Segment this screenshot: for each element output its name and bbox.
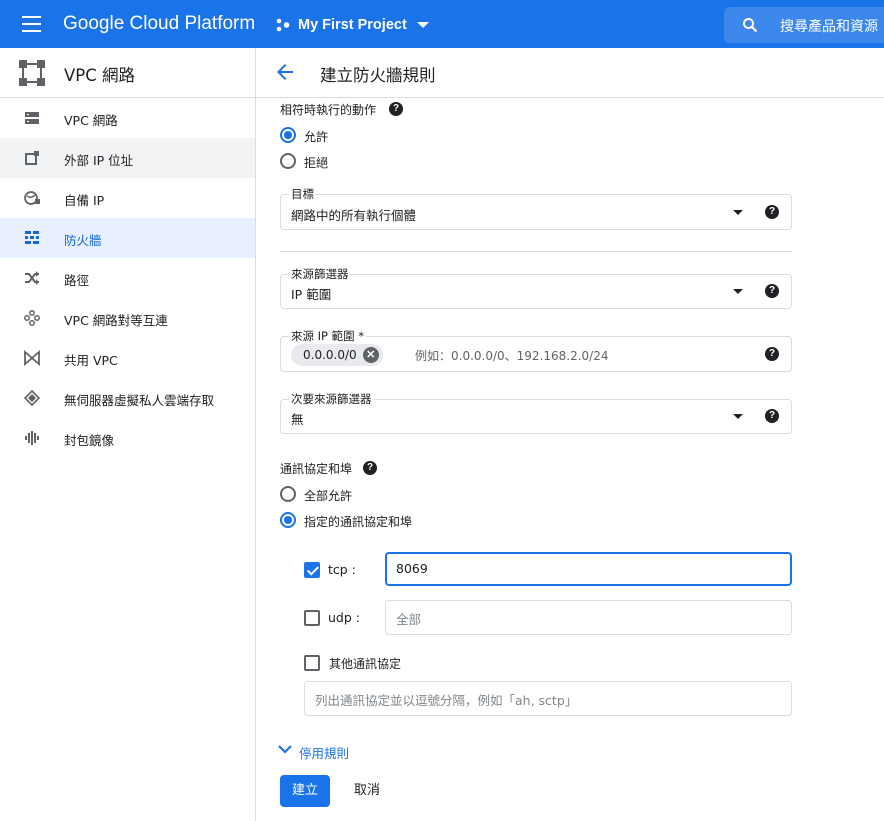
back-arrow-icon[interactable] xyxy=(273,60,297,84)
page-title: 建立防火牆規則 xyxy=(320,66,436,85)
ip-range-chip[interactable]: 0.0.0.0/0 ✕ xyxy=(291,344,383,366)
dropdown-caret-icon xyxy=(733,414,743,419)
other-protocols-input[interactable]: 列出通訊協定並以逗號分隔，例如「ah, sctp」 xyxy=(304,681,792,716)
sidebar-item-packet-mirroring[interactable]: 封包鏡像 xyxy=(0,418,255,458)
search-bar[interactable]: 搜尋產品和資源 xyxy=(724,7,884,43)
sidebar-item-label: 共用 VPC xyxy=(64,353,118,368)
udp-label: udp : xyxy=(328,610,360,625)
other-protocols-checkbox[interactable] xyxy=(304,655,320,671)
help-icon[interactable]: ? xyxy=(765,284,779,298)
firewall-icon xyxy=(25,231,39,244)
help-icon[interactable]: ? xyxy=(765,347,779,361)
action-on-match-label: 相符時執行的動作 xyxy=(280,103,377,117)
source-ip-hint: 例如：0.0.0.0/0、192.168.2.0/24 xyxy=(415,349,609,363)
sidebar-item-byoip[interactable]: 自備 IP xyxy=(0,178,255,218)
project-name: My First Project xyxy=(298,17,407,33)
vpc-product-icon xyxy=(19,60,45,86)
sidebar-item-external-ip[interactable]: 外部 IP 位址 xyxy=(0,138,255,178)
other-protocols-label: 其他通訊協定 xyxy=(329,657,402,671)
source-filter-select[interactable]: 來源篩選器 IP 範圍 ? xyxy=(280,266,792,309)
radio-specified-protocols[interactable] xyxy=(280,512,296,528)
sidebar-header: VPC 網路 xyxy=(0,48,255,98)
targets-select[interactable]: 目標 網路中的所有執行個體 ? xyxy=(280,186,792,230)
search-input[interactable]: 搜尋產品和資源 xyxy=(780,16,878,36)
hamburger-menu-icon[interactable] xyxy=(14,12,50,36)
sidebar-item-label: 外部 IP 位址 xyxy=(64,153,134,168)
protocols-ports-label: 通訊協定和埠 xyxy=(280,462,353,476)
sidebar-item-label: VPC 網路 xyxy=(64,113,118,128)
second-source-filter-select[interactable]: 次要來源篩選器 無 ? xyxy=(280,391,792,434)
chip-remove-icon[interactable]: ✕ xyxy=(362,347,379,363)
sidebar-item-serverless-vpc[interactable]: 無伺服器虛擬私人雲端存取 xyxy=(0,378,255,418)
targets-value: 網路中的所有執行個體 xyxy=(291,208,417,223)
sidebar-item-peering[interactable]: VPC 網路對等互連 xyxy=(0,298,255,338)
tcp-checkbox[interactable] xyxy=(304,562,320,578)
page-header: 建立防火牆規則 xyxy=(256,48,884,98)
sidebar-item-label: 路徑 xyxy=(64,273,90,288)
sidebar-item-routes[interactable]: 路徑 xyxy=(0,258,255,298)
udp-ports-input[interactable]: 全部 xyxy=(385,600,792,635)
shared-vpc-icon xyxy=(24,350,40,366)
radio-deny-label: 拒絕 xyxy=(304,156,329,170)
second-source-filter-label: 次要來源篩選器 xyxy=(289,391,374,407)
routes-icon xyxy=(25,271,39,285)
help-icon[interactable]: ? xyxy=(389,102,403,116)
radio-specified-protocols-label: 指定的通訊協定和埠 xyxy=(304,515,413,529)
top-app-bar: Google Cloud Platform My First Project 搜… xyxy=(0,0,884,48)
project-dots-icon xyxy=(276,18,290,32)
search-icon xyxy=(743,18,758,33)
radio-allow-all[interactable] xyxy=(280,486,296,502)
sidebar-item-shared-vpc[interactable]: 共用 VPC xyxy=(0,338,255,378)
sidebar-item-vpc-networks[interactable]: VPC 網路 xyxy=(0,98,255,138)
peering-icon xyxy=(24,310,40,326)
chevron-down-icon xyxy=(416,22,429,28)
sidebar-title: VPC 網路 xyxy=(64,66,136,85)
sidebar-item-label: 封包鏡像 xyxy=(64,433,115,448)
other-protocols-placeholder: 列出通訊協定並以逗號分隔，例如「ah, sctp」 xyxy=(315,693,578,708)
udp-checkbox[interactable] xyxy=(304,610,320,626)
project-selector[interactable]: My First Project xyxy=(276,12,429,38)
sidebar-item-label: 無伺服器虛擬私人雲端存取 xyxy=(64,393,215,408)
ip-range-chip-text: 0.0.0.0/0 xyxy=(303,348,357,362)
vpc-network-icon xyxy=(25,112,39,124)
source-ip-ranges-label: 來源 IP 範圍 * xyxy=(289,328,367,344)
sidebar-item-label: VPC 網路對等互連 xyxy=(64,313,168,328)
source-ip-ranges-field[interactable]: 來源 IP 範圍 * 0.0.0.0/0 ✕ 例如：0.0.0.0/0、192.… xyxy=(280,328,792,372)
tcp-ports-input[interactable]: 8069 xyxy=(385,552,792,586)
section-divider xyxy=(280,251,792,252)
targets-label: 目標 xyxy=(289,186,316,202)
source-filter-value: IP 範圍 xyxy=(291,287,332,302)
radio-deny[interactable] xyxy=(280,153,296,169)
sidebar-item-label: 防火牆 xyxy=(64,233,102,248)
sidebar-item-label: 自備 IP xyxy=(64,193,105,208)
expand-chevron-icon[interactable] xyxy=(277,744,293,756)
serverless-vpc-icon xyxy=(24,390,40,406)
byoip-globe-icon xyxy=(24,191,40,205)
help-icon[interactable]: ? xyxy=(363,461,377,475)
sidebar: VPC 網路 VPC 網路 外部 IP 位址 自備 IP 防火牆 路徑 VPC … xyxy=(0,48,256,821)
dropdown-caret-icon xyxy=(733,210,743,215)
external-ip-icon xyxy=(25,151,39,165)
create-button[interactable]: 建立 xyxy=(280,775,330,807)
sidebar-item-firewall[interactable]: 防火牆 xyxy=(0,218,255,258)
cancel-button[interactable]: 取消 xyxy=(344,775,390,807)
source-filter-label: 來源篩選器 xyxy=(289,266,351,282)
second-source-filter-value: 無 xyxy=(291,412,304,427)
radio-allow-label: 允許 xyxy=(304,130,329,144)
disable-rule-link[interactable]: 停用規則 xyxy=(299,743,349,762)
udp-ports-placeholder: 全部 xyxy=(396,612,422,627)
packet-mirroring-icon xyxy=(25,431,39,445)
tcp-ports-value: 8069 xyxy=(396,561,428,576)
help-icon[interactable]: ? xyxy=(765,205,779,219)
radio-allow[interactable] xyxy=(280,127,296,143)
dropdown-caret-icon xyxy=(733,289,743,294)
brand-title[interactable]: Google Cloud Platform xyxy=(63,12,255,36)
radio-allow-all-label: 全部允許 xyxy=(304,489,353,503)
help-icon[interactable]: ? xyxy=(765,409,779,423)
tcp-label: tcp : xyxy=(328,562,356,577)
